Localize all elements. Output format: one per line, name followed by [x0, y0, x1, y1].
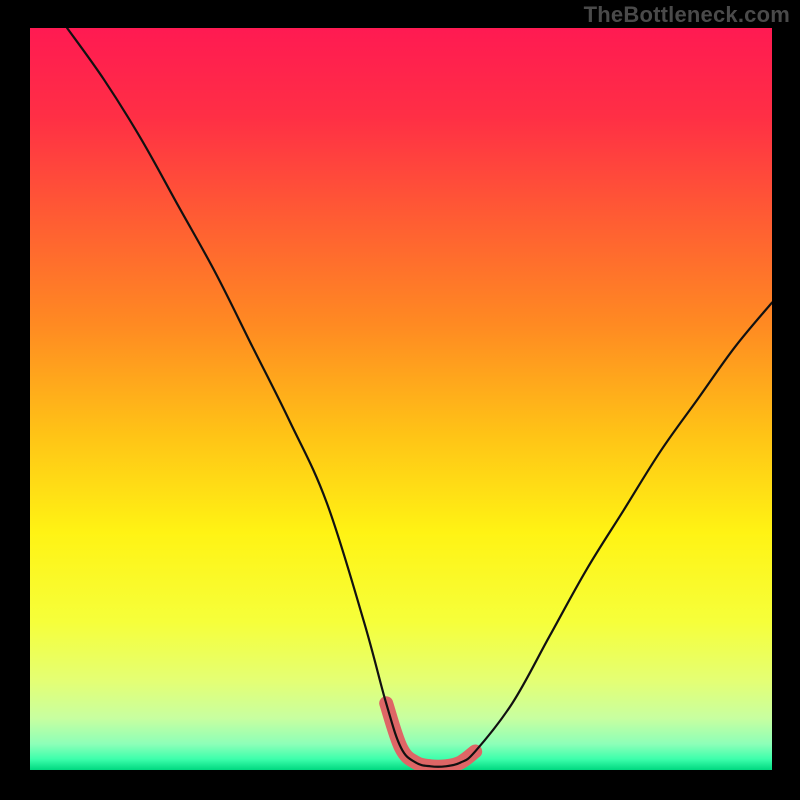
watermark-text: TheBottleneck.com — [584, 2, 790, 28]
plot-area — [30, 28, 772, 770]
chart-frame: TheBottleneck.com — [0, 0, 800, 800]
chart-svg — [30, 28, 772, 770]
